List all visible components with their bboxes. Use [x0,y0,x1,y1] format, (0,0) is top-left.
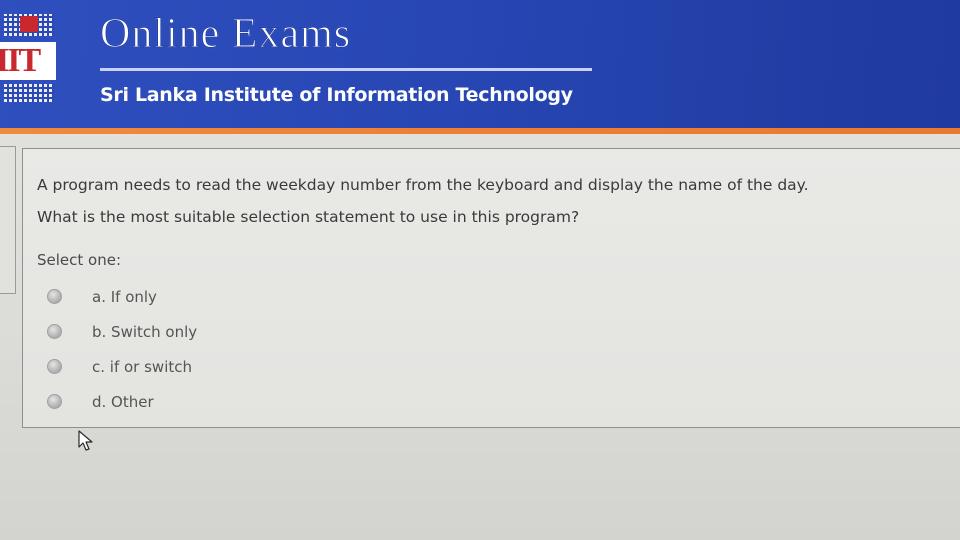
question-panel: A program needs to read the weekday numb… [22,148,960,428]
answer-options: a. If only b. Switch only c. if or switc… [41,279,441,419]
institute-logo: IIT [0,14,56,110]
header-accent-strip [0,128,960,134]
select-one-label: Select one: [37,251,122,269]
logo-text: IIT [0,42,56,80]
question-text: A program needs to read the weekday numb… [37,169,937,233]
answer-option-label[interactable]: b. Switch only [92,323,197,341]
radio-button-c[interactable] [47,359,62,374]
radio-button-a[interactable] [47,289,62,304]
answer-option-c[interactable]: c. if or switch [41,349,441,384]
answer-option-b[interactable]: b. Switch only [41,314,441,349]
exam-page: IIT Online Exams Sri Lanka Institute of … [0,0,960,540]
radio-button-d[interactable] [47,394,62,409]
site-header: IIT Online Exams Sri Lanka Institute of … [0,0,960,130]
site-title: Online Exams [99,11,352,58]
question-line: What is the most suitable selection stat… [37,208,580,226]
radio-button-b[interactable] [47,324,62,339]
site-subtitle: Sri Lanka Institute of Information Techn… [100,84,573,106]
answer-option-a[interactable]: a. If only [41,279,441,314]
logo-grid-bottom [4,84,54,102]
logo-emblem-icon [20,16,38,32]
answer-option-d[interactable]: d. Other [41,384,441,419]
question-info-panel [0,146,16,294]
question-line: A program needs to read the weekday numb… [37,176,809,194]
answer-option-label[interactable]: c. if or switch [92,358,192,376]
answer-option-label[interactable]: d. Other [92,393,154,411]
answer-option-label[interactable]: a. If only [92,288,157,306]
arrow-cursor-icon [78,430,93,451]
title-divider [100,68,592,71]
